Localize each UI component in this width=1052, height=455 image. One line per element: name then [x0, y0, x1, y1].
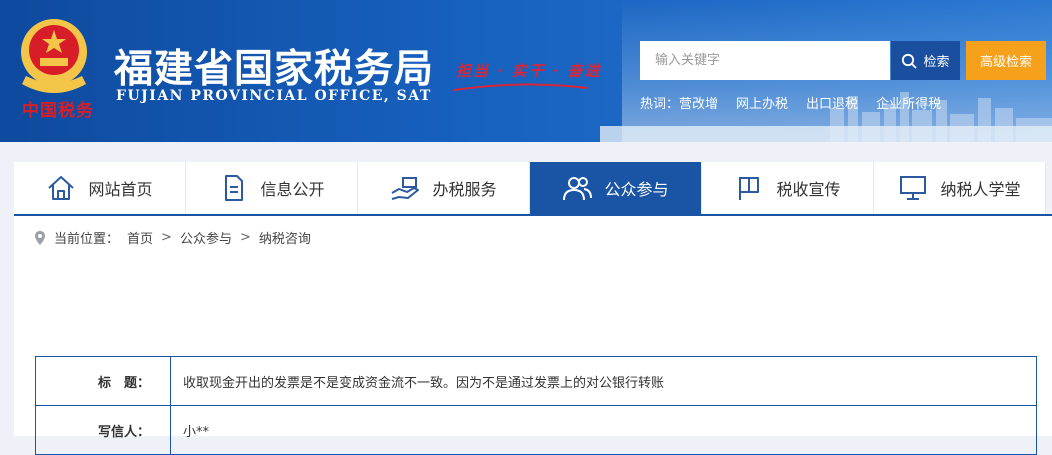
breadcrumb-link-home[interactable]: 首页 [127, 228, 153, 247]
table-row: 标 题： 收取现金开出的发票是不是变成资金流不一致。因为不是通过发票上的对公银行… [36, 357, 1036, 406]
breadcrumb-prefix: 当前位置： [54, 232, 120, 247]
breadcrumb-link-participation[interactable]: 公众参与 [180, 228, 232, 247]
search-button-label: 检索 [923, 55, 950, 70]
document-icon [225, 175, 244, 201]
site-header: 中国税务 福建省国家税务局 FUJIAN PROVINCIAL OFFICE, … [0, 0, 1052, 142]
flag-icon [739, 177, 760, 200]
service-icon [391, 177, 420, 200]
breadcrumb-current[interactable]: 纳税咨询 [259, 228, 311, 247]
nav-item-info[interactable]: 信息公开 [186, 162, 358, 214]
nav-item-public-participation[interactable]: 公众参与 [530, 162, 702, 214]
field-label-writer: 写信人： [36, 406, 171, 454]
nav-item-tax-promotion[interactable]: 税收宣传 [702, 162, 874, 214]
national-emblem-icon [21, 19, 87, 93]
users-icon [563, 177, 593, 201]
nav-item-label: 办税服务 [432, 180, 497, 199]
consultation-detail-table: 标 题： 收取现金开出的发票是不是变成资金流不一致。因为不是通过发票上的对公银行… [35, 356, 1037, 455]
search-button[interactable]: 检索 [891, 41, 960, 80]
hotword-link[interactable]: 营改增 [679, 97, 718, 112]
nav-item-label: 网站首页 [88, 180, 153, 199]
nav-item-label: 纳税人学堂 [940, 180, 1021, 199]
nav-item-label: 公众参与 [604, 180, 669, 199]
nav-item-taxpayer-school[interactable]: 纳税人学堂 [874, 162, 1046, 214]
breadcrumb: 当前位置： 首页 > 公众参与 > 纳税咨询 [34, 228, 311, 247]
nav-item-label: 税收宣传 [776, 180, 841, 199]
field-value-title: 收取现金开出的发票是不是变成资金流不一致。因为不是通过发票上的对公银行转账 [183, 375, 665, 391]
slogan: 担当 · 实干 · 奋进 [456, 62, 602, 80]
breadcrumb-separator: > [161, 230, 172, 245]
main-nav: 网站首页 信息公开 办税服务 公众参与 税收宣传 纳税人学堂 [14, 162, 1052, 214]
site-title-english: FUJIAN PROVINCIAL OFFICE, SAT [116, 88, 432, 104]
hotword-link[interactable]: 出口退税 [806, 93, 858, 112]
breadcrumb-separator: > [239, 230, 251, 245]
search-icon [902, 53, 918, 69]
home-icon [48, 176, 75, 200]
table-row: 写信人： 小** [36, 406, 1036, 455]
nav-item-home[interactable]: 网站首页 [14, 162, 186, 214]
monitor-icon [900, 176, 927, 200]
emblem-caption: 中国税务 [22, 101, 94, 121]
hotword-link[interactable]: 企业所得税 [876, 93, 941, 112]
nav-item-tax-service[interactable]: 办税服务 [358, 162, 530, 214]
hotwords-bar: 热词：营改增 网上办税 出口退税 企业所得税 [640, 93, 941, 112]
field-label-title: 标 题： [36, 357, 171, 405]
main-content: 当前位置： 首页 > 公众参与 > 纳税咨询 标 题： 收取现金开出的发票是不是… [14, 214, 1052, 455]
slogan-swoosh [453, 83, 589, 91]
location-pin-icon [35, 230, 45, 245]
search-input[interactable] [640, 41, 890, 80]
field-value-writer: 小** [183, 424, 210, 440]
site-title: 福建省国家税务局 [114, 47, 435, 92]
advanced-search-button[interactable]: 高级检索 [966, 41, 1046, 80]
hotwords-label: 热词：营改增 [640, 97, 719, 112]
hotword-link[interactable]: 网上办税 [736, 93, 788, 112]
nav-item-label: 信息公开 [260, 180, 325, 199]
